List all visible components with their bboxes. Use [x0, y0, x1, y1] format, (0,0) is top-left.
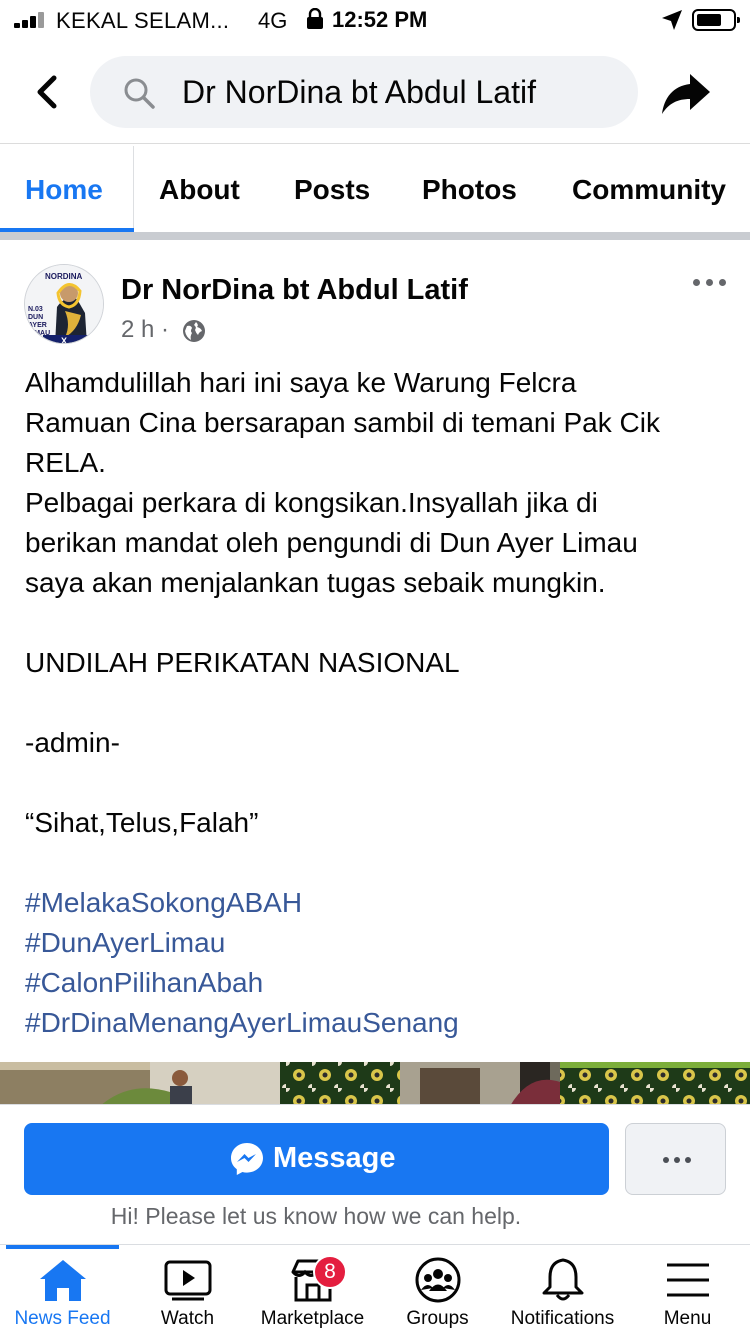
hashtag-link[interactable]: #DunAyerLimau [25, 923, 730, 963]
bell-icon [542, 1258, 583, 1301]
avatar-n03-text: N.03 [28, 306, 43, 313]
tab-home[interactable]: Home [25, 174, 103, 206]
post-line: Ramuan Cina bersarapan sambil di temani … [25, 407, 660, 438]
bottom-tab-label: News Feed [14, 1308, 111, 1329]
bottom-tab-marketplace[interactable]: 8 Marketplace [250, 1245, 375, 1334]
avatar-image: NORDINA N.03 DUN AYER LIMAU X [25, 265, 103, 344]
bottom-tab-watch[interactable]: Watch [125, 1245, 250, 1334]
search-bar[interactable]: Dr NorDina bt Abdul Latif [90, 56, 638, 128]
tab-divider [133, 146, 134, 232]
top-navigation: Dr NorDina bt Abdul Latif [0, 44, 750, 144]
page-tabs: Home About Posts Photos Community [0, 146, 750, 232]
post-header: NORDINA N.03 DUN AYER LIMAU X Dr NorDina… [0, 250, 750, 350]
message-button-label: Message [273, 1142, 396, 1174]
message-button[interactable]: Message [24, 1123, 609, 1195]
post-signoff: -admin- [25, 727, 120, 758]
bottom-tab-label: Groups [406, 1308, 469, 1329]
post-photo[interactable] [0, 1062, 750, 1106]
bottom-tab-news-feed[interactable]: News Feed [0, 1245, 125, 1334]
post-options-icon[interactable] [690, 274, 730, 290]
post-meta: 2 h · [121, 316, 169, 344]
messenger-icon [231, 1143, 263, 1175]
post-line: RELA. [25, 447, 106, 478]
home-icon [39, 1260, 86, 1301]
bottom-tab-label: Menu [663, 1308, 712, 1329]
hashtag-link[interactable]: #MelakaSokongABAH [25, 883, 730, 923]
photo-preview-image [0, 1062, 750, 1106]
post-motto: “Sihat,Telus,Falah” [25, 807, 259, 838]
search-icon [124, 78, 155, 109]
tab-about[interactable]: About [159, 174, 240, 206]
menu-icon [666, 1263, 709, 1297]
back-arrow-icon[interactable] [30, 72, 66, 112]
hashtag-link[interactable]: #CalonPilihanAbah [25, 963, 730, 1003]
orientation-lock-icon [307, 8, 323, 29]
avatar-name-text: NORDINA [45, 272, 83, 281]
message-bar: Message Hi! Please let us know how we ca… [0, 1104, 750, 1244]
bottom-tab-menu[interactable]: Menu [625, 1245, 750, 1334]
post-body: Alhamdulillah hari ini saya ke Warung Fe… [25, 363, 730, 1043]
meta-separator: · [161, 316, 170, 343]
section-divider [0, 232, 750, 240]
cellular-signal-icon [14, 12, 50, 28]
hashtag-link[interactable]: #DrDinaMenangAyerLimauSenang [25, 1003, 730, 1043]
bottom-tab-bar: News Feed Watch 8 Marketplace Groups Not… [0, 1244, 750, 1334]
tab-posts[interactable]: Posts [294, 174, 370, 206]
bottom-tab-notifications[interactable]: Notifications [500, 1245, 625, 1334]
tab-photos[interactable]: Photos [422, 174, 517, 206]
tab-community[interactable]: Community [572, 174, 726, 206]
share-icon[interactable] [660, 70, 712, 116]
author-avatar[interactable]: NORDINA N.03 DUN AYER LIMAU X [24, 264, 104, 344]
post-author-name[interactable]: Dr NorDina bt Abdul Latif [121, 274, 468, 307]
status-bar: KEKAL SELAM... 4G 12:52 PM [0, 0, 750, 40]
bottom-tab-label: Notifications [510, 1308, 615, 1329]
carrier-name: KEKAL SELAM... [56, 8, 230, 33]
status-time: 12:52 PM [332, 7, 428, 32]
bottom-tab-label: Marketplace [260, 1308, 365, 1329]
message-hint-text: Hi! Please let us know how we can help. [110, 1203, 522, 1229]
groups-icon [415, 1257, 460, 1303]
post-slogan: UNDILAH PERIKATAN NASIONAL [25, 647, 460, 678]
search-query-text: Dr NorDina bt Abdul Latif [182, 74, 536, 110]
bottom-tab-label: Watch [160, 1308, 215, 1329]
network-type: 4G [258, 8, 288, 33]
globe-icon [183, 320, 205, 342]
avatar-dun-text: DUN [28, 314, 43, 321]
location-arrow-icon [662, 10, 682, 30]
post-line: Alhamdulillah hari ini saya ke Warung Fe… [25, 367, 577, 398]
watch-icon [164, 1260, 211, 1301]
post-line: berikan mandat oleh pengundi di Dun Ayer… [25, 527, 638, 558]
more-options-button[interactable] [625, 1123, 726, 1195]
post-line: saya akan menjalankan tugas sebaik mungk… [25, 567, 606, 598]
post-timestamp[interactable]: 2 h [121, 316, 154, 343]
bottom-tab-groups[interactable]: Groups [375, 1245, 500, 1334]
avatar-x-mark: X [61, 336, 67, 344]
post-line: Pelbagai perkara di kongsikan.Insyallah … [25, 487, 598, 518]
marketplace-badge: 8 [313, 1255, 347, 1289]
battery-icon [692, 9, 740, 31]
avatar-ayer-text: AYER [28, 322, 47, 329]
